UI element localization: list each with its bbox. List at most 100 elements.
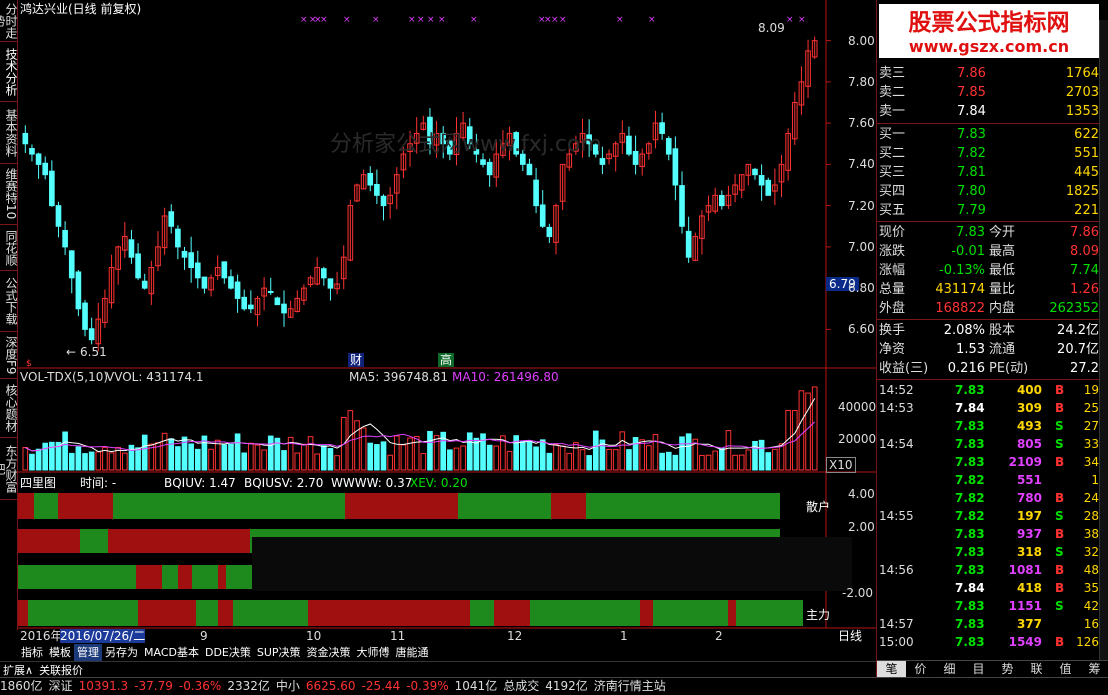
left-tab-divider: [0, 437, 17, 438]
quote-value: -0.13%: [939, 263, 985, 278]
status-item: 6625.60: [305, 679, 356, 693]
chart-area[interactable]: × ××× × × × × × × × ×× × × × × × ×$: [18, 0, 876, 644]
tick-price: 7.83: [955, 617, 985, 631]
indicator-tab-3[interactable]: 另存为: [102, 644, 141, 661]
volume-bar: [719, 447, 725, 471]
sili-band-segment: [162, 565, 178, 589]
tick-count: 42: [1083, 599, 1099, 613]
sili-band-segment: [28, 600, 138, 626]
right-tab-7[interactable]: 筹: [1080, 661, 1108, 677]
left-tab-bar: 分时走势技术分析基本资料维赛特10 同花顺公式下载深度F9 核心题材东方财富吧: [0, 0, 18, 630]
right-tab-3[interactable]: 目: [964, 661, 993, 677]
tick-count: 35: [1083, 581, 1099, 595]
sili-name[interactable]: 四里图: [20, 476, 56, 490]
quote-row: 涨幅 -0.13% 最低 7.74: [877, 261, 1099, 280]
sili-band-segment: [736, 600, 803, 626]
left-tab-3[interactable]: 维赛特10: [1, 165, 18, 223]
left-tab-4[interactable]: 同花顺: [1, 226, 18, 269]
indicator-tab-0[interactable]: 指标: [18, 644, 46, 661]
tick-price: 7.84: [955, 401, 985, 415]
left-tab-7[interactable]: 核心题材: [1, 380, 18, 436]
quote-label: 最低: [989, 263, 1016, 278]
month-label: 11: [390, 629, 406, 643]
extension-tab-0[interactable]: 扩展∧: [0, 662, 36, 677]
left-tab-8[interactable]: 东方财富吧: [0, 440, 18, 498]
ask-volume: 1764: [1065, 66, 1099, 81]
tick-side: B: [1055, 581, 1065, 595]
right-tab-2[interactable]: 细: [935, 661, 964, 677]
left-tab-1[interactable]: 技术分析: [1, 44, 18, 100]
candle-body: [367, 172, 374, 186]
volume-bar: [29, 453, 35, 471]
tick-price: 7.83: [955, 419, 985, 433]
quote-row: 涨跌 -0.01 最高 8.09: [877, 242, 1099, 261]
sili-band-segment: [226, 565, 250, 589]
price-axis-label: 7.60: [848, 116, 875, 131]
tick-price: 7.82: [955, 491, 985, 505]
right-tab-0[interactable]: 笔: [877, 661, 906, 677]
left-tab-0[interactable]: 分时走势: [0, 2, 18, 40]
sili-band-segment: [138, 600, 196, 626]
candle-body: [758, 175, 765, 186]
indicator-tab-9[interactable]: 唐能通: [393, 644, 432, 661]
candle-body: [248, 304, 254, 310]
left-tab-6[interactable]: 深度F9: [1, 333, 18, 377]
signal-marker: ×: [551, 15, 559, 25]
volume-bar: [241, 452, 248, 471]
volume-bar: [301, 443, 307, 471]
sili-axis-neg2: -2.00: [842, 586, 874, 600]
volume-bar: [805, 392, 811, 471]
tick-volume: 377: [1016, 617, 1042, 631]
left-tab-divider: [0, 41, 17, 42]
month-label: 10: [306, 629, 322, 643]
tick-scrollbar[interactable]: [1099, 20, 1108, 660]
candle-body: [321, 268, 327, 279]
volume-bar: [68, 452, 75, 471]
volume-bar: [765, 452, 772, 471]
right-tab-4[interactable]: 势: [993, 661, 1022, 677]
status-item: 深证: [48, 679, 73, 693]
quote-label: 涨跌: [879, 244, 906, 259]
indicator-tab-5[interactable]: DDE决策: [202, 644, 254, 661]
right-tab-6[interactable]: 值: [1051, 661, 1080, 677]
bid-volume: 551: [1074, 146, 1099, 161]
vol-indicator-name[interactable]: VOL-TDX(5,10): [20, 370, 108, 384]
tick-volume: 197: [1016, 509, 1042, 523]
indicator-tab-2[interactable]: 管理: [74, 644, 102, 661]
status-item: 中小: [275, 679, 300, 693]
event-marker-cai[interactable]: 财: [348, 353, 365, 367]
ask-volume: 1353: [1065, 104, 1099, 119]
period-label[interactable]: 日线: [838, 629, 862, 643]
indicator-tab-6[interactable]: SUP决策: [254, 644, 304, 661]
quote-label: 现价: [879, 225, 906, 240]
quote-label: 量比: [989, 282, 1016, 297]
tick-time: 14:56: [879, 563, 914, 577]
sili-band-segment: [18, 529, 80, 553]
right-tab-5[interactable]: 联: [1022, 661, 1051, 677]
volume-bar: [606, 448, 612, 471]
indicator-tab-7[interactable]: 资金决策: [304, 644, 354, 661]
event-marker-gao[interactable]: 高: [438, 353, 455, 367]
candle-body: [228, 276, 234, 289]
right-tab-1[interactable]: 价: [906, 661, 935, 677]
tick-volume: 418: [1016, 581, 1042, 595]
indicator-tab-1[interactable]: 模板: [46, 644, 74, 661]
signal-marker: ×: [417, 15, 425, 25]
status-item: 10391.3: [78, 679, 129, 693]
candle-body: [486, 161, 493, 176]
left-tab-5[interactable]: 公式下载: [1, 272, 18, 330]
indicator-tab-8[interactable]: 大师傅: [354, 644, 393, 661]
left-tab-2[interactable]: 基本资料: [1, 104, 18, 162]
sili-band-segment: [34, 493, 58, 519]
candle-body: [752, 168, 758, 176]
bid-volume: 445: [1074, 165, 1099, 180]
bid-price: 7.80: [957, 184, 986, 199]
indicator-tab-4[interactable]: MACD基本: [141, 644, 202, 661]
candle-body: [672, 148, 679, 186]
volume-bar: [758, 439, 765, 471]
fundamental-label: 股本: [989, 323, 1016, 338]
vol-scale: X10: [826, 457, 856, 473]
month-label: 2: [715, 629, 723, 643]
extension-tab-1[interactable]: 关联报价: [36, 662, 86, 677]
tick-volume: 551: [1016, 473, 1042, 487]
